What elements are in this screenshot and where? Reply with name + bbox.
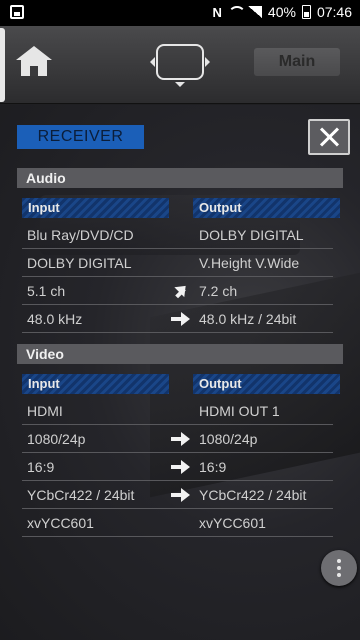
signal-icon bbox=[247, 6, 262, 18]
audio-input-value: DOLBY DIGITAL bbox=[27, 255, 132, 271]
panel-title: RECEIVER bbox=[17, 125, 144, 149]
top-nav-bar: Main bbox=[0, 26, 360, 104]
video-input-value: YCbCr422 / 24bit bbox=[27, 487, 135, 503]
audio-output-value: 48.0 kHz / 24bit bbox=[199, 311, 297, 327]
drawer-handle[interactable] bbox=[0, 28, 5, 102]
upmix-arrow-icon bbox=[171, 280, 191, 299]
table-row: xvYCC601 xvYCC601 bbox=[22, 509, 333, 537]
audio-output-value: 7.2 ch bbox=[199, 283, 238, 299]
arrow-right-icon bbox=[171, 487, 191, 503]
video-input-value: HDMI bbox=[27, 403, 63, 419]
video-output-value: xvYCC601 bbox=[199, 515, 266, 531]
wifi-icon bbox=[228, 6, 242, 18]
video-section-heading: Video bbox=[17, 344, 343, 364]
audio-output-value: V.Height V.Wide bbox=[199, 255, 300, 271]
table-row: YCbCr422 / 24bit YCbCr422 / 24bit bbox=[22, 481, 333, 509]
battery-icon bbox=[301, 5, 311, 19]
video-output-value: 16:9 bbox=[199, 459, 227, 475]
home-icon[interactable] bbox=[16, 46, 52, 82]
main-zone-button[interactable]: Main bbox=[254, 48, 340, 76]
table-row: 48.0 kHz 48.0 kHz / 24bit bbox=[22, 305, 333, 333]
video-output-header: Output bbox=[193, 374, 340, 394]
video-output-value: YCbCr422 / 24bit bbox=[199, 487, 307, 503]
arrow-right-icon bbox=[171, 431, 191, 447]
video-input-value: 16:9 bbox=[27, 459, 55, 475]
video-input-value: xvYCC601 bbox=[27, 515, 94, 531]
video-output-value: 1080/24p bbox=[199, 431, 258, 447]
close-icon[interactable] bbox=[308, 119, 350, 155]
zone-select-icon[interactable] bbox=[150, 44, 210, 87]
table-row: DOLBY DIGITAL V.Height V.Wide bbox=[22, 249, 333, 277]
audio-output-header: Output bbox=[193, 198, 340, 218]
receiver-info-panel: RECEIVER Audio Input Output Blu Ray/DVD/… bbox=[0, 105, 360, 640]
table-row: 5.1 ch 7.2 ch bbox=[22, 277, 333, 305]
audio-input-header: Input bbox=[22, 198, 169, 218]
video-output-value: HDMI OUT 1 bbox=[199, 403, 280, 419]
status-icons: N 40% 07:46 bbox=[213, 4, 352, 20]
arrow-right-icon bbox=[171, 311, 191, 327]
audio-output-value: DOLBY DIGITAL bbox=[199, 227, 304, 243]
audio-input-value: 5.1 ch bbox=[27, 283, 66, 299]
table-row: 1080/24p 1080/24p bbox=[22, 425, 333, 453]
image-icon bbox=[10, 5, 24, 19]
audio-input-value: Blu Ray/DVD/CD bbox=[27, 227, 134, 243]
video-input-value: 1080/24p bbox=[27, 431, 86, 447]
table-row: 16:9 16:9 bbox=[22, 453, 333, 481]
table-row: HDMI HDMI OUT 1 bbox=[22, 397, 333, 425]
more-vertical-icon[interactable] bbox=[321, 550, 357, 586]
nfc-icon: N bbox=[212, 4, 222, 20]
arrow-right-icon bbox=[171, 459, 191, 475]
battery-percent: 40% bbox=[267, 4, 296, 20]
status-bar: N 40% 07:46 bbox=[0, 0, 360, 26]
audio-input-value: 48.0 kHz bbox=[27, 311, 83, 327]
audio-section-heading: Audio bbox=[17, 168, 343, 188]
clock: 07:46 bbox=[316, 4, 352, 20]
video-input-header: Input bbox=[22, 374, 169, 394]
table-row: Blu Ray/DVD/CD DOLBY DIGITAL bbox=[22, 221, 333, 249]
